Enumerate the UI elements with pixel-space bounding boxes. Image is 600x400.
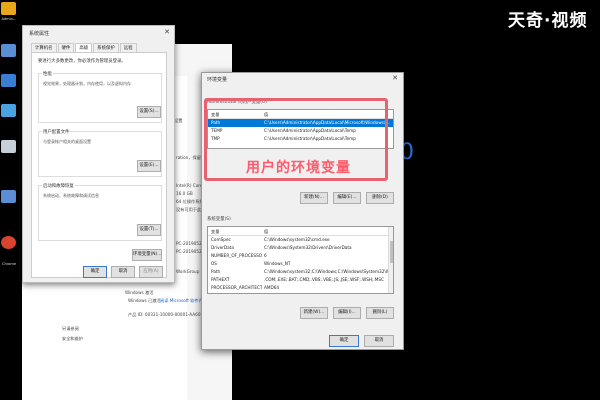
security-maintenance-link[interactable]: 安全和维护 <box>62 336 83 342</box>
var-value: Windows_NT <box>264 261 291 266</box>
table-row[interactable]: OS Windows_NT <box>208 260 393 268</box>
var-name: NUMBER_OF_PROCESSORS <box>211 253 262 258</box>
system-delete-button[interactable]: 删除(L) <box>366 307 394 319</box>
scrollbar[interactable] <box>388 227 393 293</box>
cancel-button[interactable]: 取消 <box>111 266 135 278</box>
table-row[interactable]: PATHEXT .COM;.EXE;.BAT;.CMD;.VBS;.VBE;.JS… <box>208 276 393 284</box>
var-value: 6 <box>264 253 267 258</box>
admin-folder-icon[interactable] <box>1 2 16 15</box>
var-name: PROCESSOR_ARCHITECT... <box>211 285 262 290</box>
var-name: Path <box>211 269 221 274</box>
var-value: C:\Windows\System32\Drivers\DriverData <box>264 245 352 250</box>
user-profiles-group: 用户配置文件 与登录帐户相关的桌面设置 设置(E)... <box>38 129 162 177</box>
system-properties-dialog: 系统属性 ✕ 计算机名 硬件 高级 系统保护 远程 要进行大多数更改，你必须作为… <box>22 25 175 283</box>
table-row[interactable]: NUMBER_OF_PROCESSORS 6 <box>208 252 393 260</box>
close-icon[interactable]: ✕ <box>392 74 398 82</box>
see-also-label: 另请参阅 <box>62 326 79 331</box>
watermark-logo: 天奇·视频 <box>508 11 588 31</box>
close-icon[interactable]: ✕ <box>164 28 170 36</box>
apply-button[interactable]: 应用(A) <box>139 266 163 278</box>
cancel-button[interactable]: 取消 <box>364 335 394 347</box>
tab-remote[interactable]: 远程 <box>119 43 137 52</box>
startup-settings-button[interactable]: 设置(T)... <box>137 224 161 236</box>
performance-group: 性能 视觉效果，处理器计划，内存使用，以及虚拟内存 设置(S)... <box>38 71 162 123</box>
user-profiles-settings-button[interactable]: 设置(E)... <box>137 160 161 172</box>
system-line-3: 16.0 GB <box>176 191 193 196</box>
table-row[interactable]: PROCESSOR_ARCHITECT... AMD64 <box>208 284 393 292</box>
var-value: AMD64 <box>264 285 280 290</box>
group-header: 性能 <box>42 71 53 77</box>
group-desc: 系统启动、系统故障和调试信息 <box>43 193 99 198</box>
app-shortcut-icon[interactable] <box>1 190 16 203</box>
annotation-text: 用户的环境变量 <box>246 160 351 176</box>
tab-system-protection[interactable]: 系统保护 <box>93 43 119 52</box>
dialog-title: 环境变量 <box>207 77 228 83</box>
table-row[interactable]: DriverData C:\Windows\System32\Drivers\Dr… <box>208 244 393 252</box>
user-edit-button[interactable]: 编辑(E)... <box>333 192 361 204</box>
windows-activation-label: Windows 激活 <box>125 290 154 295</box>
startup-recovery-group: 启动和故障恢复 系统启动、系统故障和调试信息 设置(T)... <box>38 183 162 241</box>
tab-computer-name[interactable]: 计算机名 <box>31 43 57 52</box>
chrome-label: Chrome <box>1 262 17 266</box>
group-header: 启动和故障恢复 <box>42 183 75 189</box>
group-desc: 与登录帐户相关的桌面设置 <box>43 139 91 144</box>
user-delete-button[interactable]: 删除(D) <box>366 192 394 204</box>
var-value: C:\Windows\system32;C:\Windows;C:\Window… <box>264 269 393 274</box>
group-desc: 视觉效果，处理器计划，内存使用，以及虚拟内存 <box>43 81 131 86</box>
environment-variables-button[interactable]: 环境变量(N)... <box>132 249 162 261</box>
admin-folder-label: Admin… <box>1 17 17 21</box>
tab-hardware[interactable]: 硬件 <box>57 43 75 52</box>
windows-activated-text: Windows 已激活 <box>128 298 161 303</box>
system-new-button[interactable]: 新建(W)... <box>300 307 328 319</box>
var-name: OS <box>211 261 217 266</box>
tab-advanced[interactable]: 高级 <box>75 43 93 52</box>
scrollbar-thumb[interactable] <box>390 241 393 263</box>
table-header: 变量 值 <box>208 227 393 236</box>
settings-link[interactable]: 设置 <box>174 118 182 124</box>
var-value: C:\Windows\system32\cmd.exe <box>264 237 330 242</box>
recycle-bin-icon[interactable] <box>1 140 16 153</box>
system-edit-button[interactable]: 编辑(I)... <box>333 307 361 319</box>
product-id: 产品 ID: 00331-10000-00001-AA607 <box>128 312 204 317</box>
table-row[interactable]: Path C:\Windows\system32;C:\Windows;C:\Wi… <box>208 268 393 276</box>
admin-note: 要进行大多数更改，你必须作为管理员登录。 <box>38 59 126 64</box>
dialog-title: 系统属性 <box>29 31 50 37</box>
user-new-button[interactable]: 新建(N)... <box>300 192 328 204</box>
ok-button[interactable]: 确定 <box>329 335 359 347</box>
column-value[interactable]: 值 <box>262 227 393 235</box>
control-panel-icon[interactable] <box>1 104 16 117</box>
chrome-icon[interactable] <box>1 236 16 249</box>
tab-bar: 计算机名 硬件 高级 系统保护 远程 <box>31 43 138 52</box>
var-name: ComSpec <box>211 237 231 242</box>
system-line-8: WorkGroup <box>176 269 200 274</box>
column-variable[interactable]: 变量 <box>208 227 262 235</box>
this-pc-icon[interactable] <box>1 44 16 57</box>
var-name: DriverData <box>211 245 234 250</box>
network-icon[interactable] <box>1 74 16 87</box>
ok-button[interactable]: 确定 <box>83 266 107 278</box>
var-value: .COM;.EXE;.BAT;.CMD;.VBS;.VBE;.JS;.JSE;.… <box>264 277 384 282</box>
performance-settings-button[interactable]: 设置(S)... <box>137 106 161 118</box>
license-link[interactable]: 阅读 Microsoft 软件许可 <box>160 298 207 304</box>
var-name: PATHEXT <box>211 277 230 282</box>
table-row[interactable]: ComSpec C:\Windows\system32\cmd.exe <box>208 236 393 244</box>
advanced-tab-body: 要进行大多数更改，你必须作为管理员登录。 性能 视觉效果，处理器计划，内存使用，… <box>31 52 167 278</box>
group-header: 用户配置文件 <box>42 129 71 135</box>
system-line-2: Intel(R) Core <box>176 183 203 188</box>
system-variables-table[interactable]: 变量 值 ComSpec C:\Windows\system32\cmd.exe … <box>207 226 394 294</box>
system-variables-label: 系统变量(S) <box>207 217 231 222</box>
system-line-4: 64 位操作系统 <box>176 199 204 204</box>
